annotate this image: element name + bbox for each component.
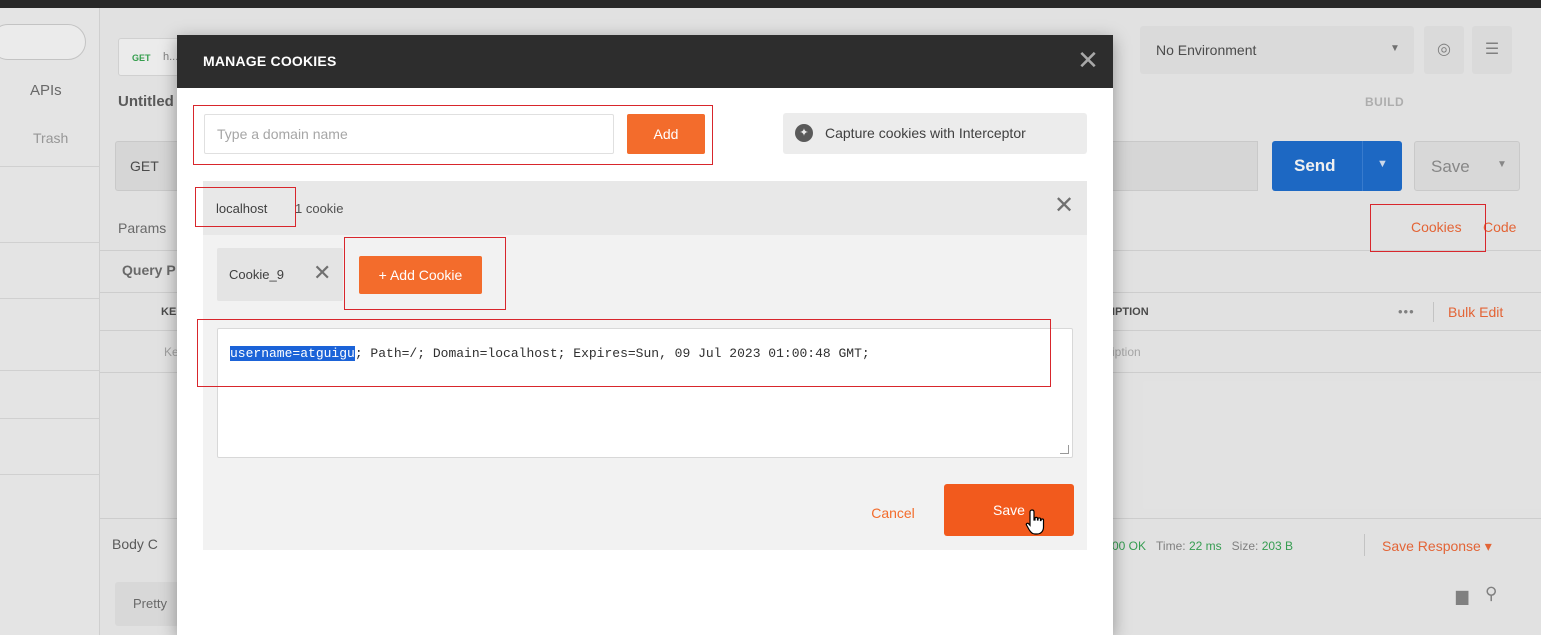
manage-cookies-modal: MANAGE COOKIES ✕ Add ✦ Capture cookies w… [177, 35, 1113, 635]
add-cookie-button[interactable]: + Add Cookie [359, 256, 482, 294]
cookie-value-textarea[interactable]: username=atguigu; Path=/; Domain=localho… [217, 328, 1073, 458]
hand-cursor-icon [1025, 509, 1045, 535]
modal-header: MANAGE COOKIES ✕ [177, 35, 1113, 88]
close-icon[interactable]: ✕ [1049, 191, 1079, 221]
interceptor-label: Capture cookies with Interceptor [825, 125, 1026, 141]
selected-text: username=atguigu [230, 346, 355, 361]
domain-header[interactable]: localhost 1 cookie ✕ [203, 181, 1087, 235]
domain-name-input[interactable] [204, 114, 614, 154]
save-button[interactable]: Save [944, 484, 1074, 536]
resize-handle-icon[interactable] [1060, 445, 1069, 454]
cookie-count: 1 cookie [295, 201, 344, 216]
domain-panel: localhost 1 cookie ✕ Cookie_9 ✕ + Add Co… [203, 181, 1087, 550]
capture-interceptor-button[interactable]: ✦ Capture cookies with Interceptor [783, 113, 1087, 154]
modal-title: MANAGE COOKIES [203, 53, 337, 69]
cookie-chip[interactable]: Cookie_9 ✕ [217, 248, 343, 301]
cookie-name: Cookie_9 [229, 267, 284, 282]
cancel-button[interactable]: Cancel [863, 498, 923, 528]
domain-name: localhost [216, 201, 268, 216]
interceptor-icon: ✦ [795, 124, 813, 142]
cookie-value-text: ; Path=/; Domain=localhost; Expires=Sun,… [354, 346, 870, 361]
add-domain-button[interactable]: Add [627, 114, 705, 154]
close-icon[interactable]: ✕ [313, 260, 331, 286]
close-icon[interactable]: ✕ [1073, 45, 1103, 75]
